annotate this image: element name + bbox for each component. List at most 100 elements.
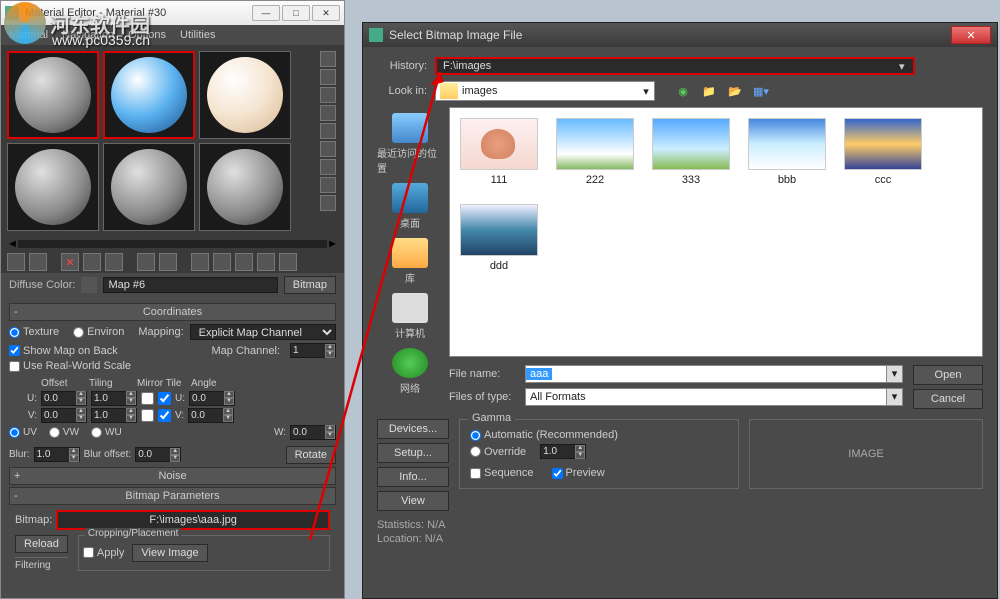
go-parent-icon[interactable] — [257, 253, 275, 271]
file-thumb[interactable]: ddd — [460, 204, 538, 272]
file-thumb[interactable]: 222 — [556, 118, 634, 186]
file-thumb[interactable]: 333 — [652, 118, 730, 186]
color-swatch[interactable] — [81, 277, 97, 293]
bitmap-params-header[interactable]: -Bitmap Parameters — [9, 487, 336, 505]
real-world-check[interactable]: Use Real-World Scale — [9, 360, 131, 372]
make-copy-icon[interactable] — [105, 253, 123, 271]
dialog-titlebar[interactable]: Select Bitmap Image File ✕ — [363, 23, 997, 47]
delete-icon[interactable]: ✕ — [61, 253, 79, 271]
show-map-check[interactable]: Show Map on Back — [9, 345, 118, 357]
setup-button[interactable]: Setup... — [377, 443, 449, 463]
v-mirror-check[interactable] — [141, 409, 154, 422]
open-button[interactable]: Open — [913, 365, 983, 385]
noise-header[interactable]: +Noise — [9, 467, 336, 485]
blur-spinner[interactable]: ▲▼ — [34, 447, 80, 462]
history-combobox[interactable] — [435, 57, 915, 75]
u-offset-spinner[interactable]: ▲▼ — [41, 391, 87, 406]
material-slot-2[interactable] — [103, 51, 195, 139]
place-library[interactable]: 库 — [392, 238, 428, 285]
preview-check[interactable]: Preview — [552, 467, 605, 479]
preview-icon[interactable] — [320, 141, 336, 157]
slot-scrollbar[interactable]: ◄► — [1, 237, 344, 251]
apply-check[interactable]: Apply — [83, 547, 125, 559]
up-icon[interactable]: 📁 — [699, 82, 719, 100]
views-icon[interactable]: ▦▾ — [751, 82, 771, 100]
w-angle-spinner[interactable]: ▲▼ — [290, 425, 336, 440]
go-forward-icon[interactable] — [279, 253, 297, 271]
blur-offset-spinner[interactable]: ▲▼ — [135, 447, 181, 462]
backlight-icon[interactable] — [320, 69, 336, 85]
lookin-combobox[interactable]: images ▾ — [435, 81, 655, 101]
place-computer[interactable]: 计算机 — [392, 293, 428, 340]
coordinates-header[interactable]: -Coordinates — [9, 303, 336, 321]
material-slot-4[interactable] — [7, 143, 99, 231]
u-mirror-check[interactable] — [141, 392, 154, 405]
uv-radio[interactable]: UV — [9, 427, 37, 438]
texture-radio[interactable]: Texture — [9, 326, 59, 338]
back-icon[interactable]: ◉ — [673, 82, 693, 100]
material-slot-5[interactable] — [103, 143, 195, 231]
info-button[interactable]: Info... — [377, 467, 449, 487]
filename-combobox[interactable]: aaa▾ — [525, 365, 903, 383]
file-thumb[interactable]: ccc — [844, 118, 922, 186]
place-recent[interactable]: 最近访问的位置 — [377, 113, 443, 175]
environ-radio[interactable]: Environ — [73, 326, 124, 338]
view-image-button[interactable]: View Image — [132, 544, 207, 562]
background-icon[interactable] — [320, 87, 336, 103]
show-in-vp-icon[interactable] — [213, 253, 231, 271]
put-to-scene-icon[interactable] — [29, 253, 47, 271]
file-list[interactable]: 111 222 333 bbb ccc ddd — [449, 107, 983, 357]
u-tiling-spinner[interactable]: ▲▼ — [91, 391, 137, 406]
map-name-field[interactable] — [103, 277, 277, 293]
sample-type-icon[interactable] — [320, 51, 336, 67]
u-angle-spinner[interactable]: ▲▼ — [189, 391, 235, 406]
sequence-check[interactable]: Sequence — [470, 467, 534, 479]
select-by-mat-icon[interactable] — [320, 177, 336, 193]
filetype-combobox[interactable]: All Formats▾ — [525, 388, 903, 406]
map-channel-spinner[interactable]: ▲▼ — [290, 343, 336, 358]
material-slot-6[interactable] — [199, 143, 291, 231]
v-tile-check[interactable] — [158, 409, 171, 422]
reset-icon[interactable] — [83, 253, 101, 271]
video-check-icon[interactable] — [320, 123, 336, 139]
minimize-button[interactable]: — — [252, 5, 280, 21]
wu-radio[interactable]: WU — [91, 427, 122, 438]
file-thumb[interactable]: bbb — [748, 118, 826, 186]
material-slot-1[interactable] — [7, 51, 99, 139]
place-desktop[interactable]: 桌面 — [392, 183, 428, 230]
u-tile-check[interactable] — [158, 392, 171, 405]
gamma-auto-radio[interactable]: Automatic (Recommended) — [470, 429, 618, 441]
filetype-label: Files of type: — [449, 391, 519, 403]
vw-radio[interactable]: VW — [49, 427, 79, 438]
options-icon[interactable] — [320, 159, 336, 175]
place-network[interactable]: 网络 — [392, 348, 428, 395]
mapping-select[interactable]: Explicit Map Channel — [190, 324, 336, 340]
lookin-label: Look in: — [377, 85, 427, 97]
v-angle-spinner[interactable]: ▲▼ — [188, 408, 234, 423]
new-folder-icon[interactable]: 📂 — [725, 82, 745, 100]
rotate-button[interactable]: Rotate — [286, 446, 336, 464]
make-unique-icon[interactable] — [137, 253, 155, 271]
bitmap-path-button[interactable]: F:\images\aaa.jpg — [56, 510, 330, 530]
v-tiling-spinner[interactable]: ▲▼ — [91, 408, 137, 423]
maximize-button[interactable]: □ — [282, 5, 310, 21]
mat-id-icon[interactable] — [191, 253, 209, 271]
dialog-close-button[interactable]: ✕ — [951, 26, 991, 44]
menu-utilities[interactable]: Utilities — [180, 29, 215, 41]
close-button[interactable]: ✕ — [312, 5, 340, 21]
cancel-button[interactable]: Cancel — [913, 389, 983, 409]
gamma-override-radio[interactable]: Override — [470, 446, 526, 458]
view-button[interactable]: View — [377, 491, 449, 511]
mat-map-nav-icon[interactable] — [320, 195, 336, 211]
type-button[interactable]: Bitmap — [284, 276, 336, 294]
reload-button[interactable]: Reload — [15, 535, 68, 553]
uv-tile-icon[interactable] — [320, 105, 336, 121]
devices-button[interactable]: Devices... — [377, 419, 449, 439]
show-end-icon[interactable] — [235, 253, 253, 271]
get-material-icon[interactable] — [7, 253, 25, 271]
put-to-lib-icon[interactable] — [159, 253, 177, 271]
material-slot-3[interactable] — [199, 51, 291, 139]
gamma-override-spinner[interactable]: ▲▼ — [540, 444, 586, 459]
v-offset-spinner[interactable]: ▲▼ — [41, 408, 87, 423]
file-thumb[interactable]: 111 — [460, 118, 538, 186]
